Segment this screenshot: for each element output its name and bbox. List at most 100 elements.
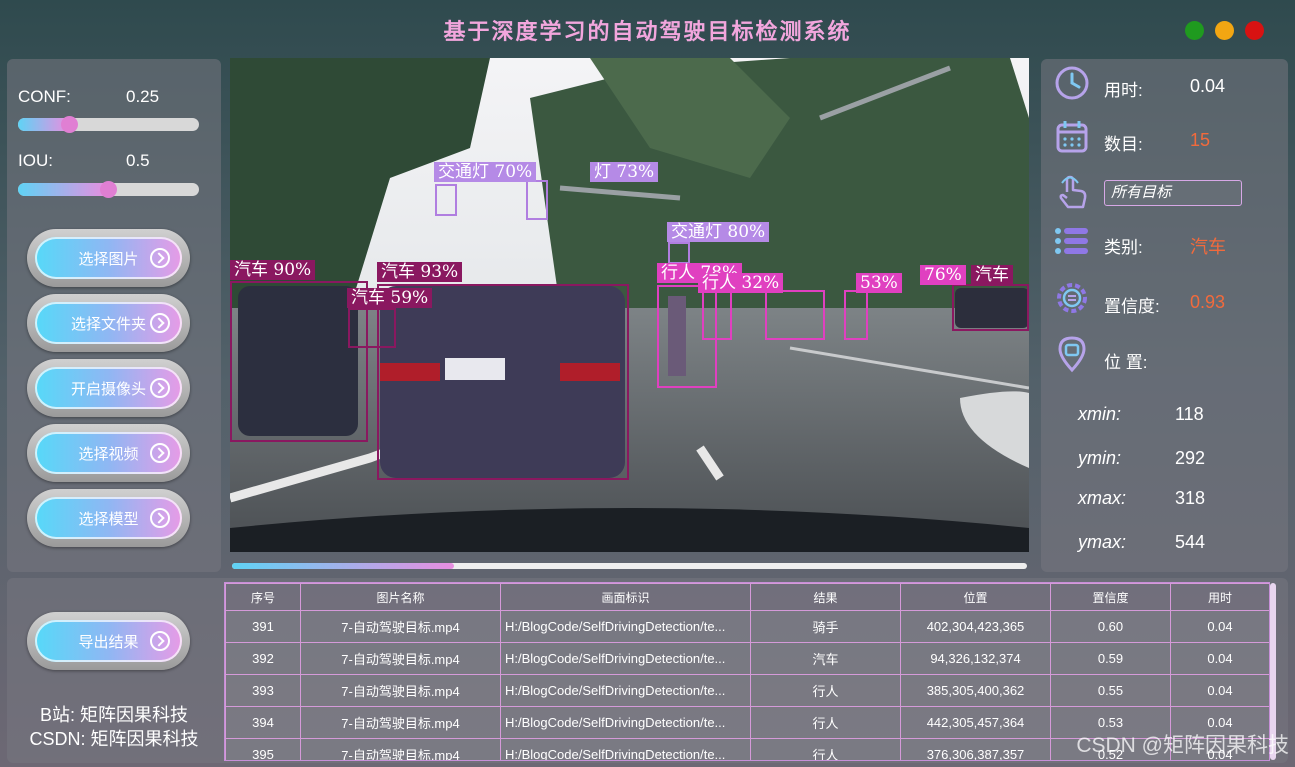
table-cell: 392 [225, 642, 301, 675]
open-camera-label: 开启摄像头 [70, 380, 146, 398]
table-cell: H:/BlogCode/SelfDrivingDetection/te... [500, 706, 751, 739]
table-cell: H:/BlogCode/SelfDrivingDetection/te... [500, 610, 751, 643]
xmin-label: xmin: [1078, 404, 1122, 424]
detection-label: 汽车 [971, 265, 1013, 285]
iou-label: IOU: [18, 151, 53, 170]
count-value: 15 [1190, 130, 1211, 150]
list-icon [1055, 228, 1088, 254]
ymax-value: 544 [1175, 532, 1206, 552]
detection-label: 行人 32% [698, 273, 784, 293]
video-progress-bar[interactable] [232, 563, 1027, 569]
table-cell: 402,304,423,365 [900, 610, 1051, 643]
conf-slider[interactable] [18, 116, 199, 133]
table-cell: 94,326,132,374 [900, 642, 1051, 675]
count-label: 数目: [1104, 135, 1143, 154]
iou-slider[interactable] [18, 181, 199, 198]
xmax-value: 318 [1175, 488, 1206, 508]
detection-box [765, 290, 825, 340]
select-model-button-frame: 选择模型 [27, 489, 190, 547]
table-header-row: 序号 图片名称 画面标识 结果 位置 置信度 用时 [225, 583, 1269, 611]
table-row[interactable]: 391 7-自动驾驶目标.mp4 H:/BlogCode/SelfDriving… [225, 610, 1269, 643]
detection-label: 53% [856, 273, 902, 293]
title-bar: 基于深度学习的自动驾驶目标检测系统 [0, 0, 1295, 58]
ymin-value: 292 [1175, 448, 1206, 468]
select-image-button-frame: 选择图片 [27, 229, 190, 287]
table-cell: H:/BlogCode/SelfDrivingDetection/te... [500, 642, 751, 675]
table-cell: 汽车 [750, 642, 901, 675]
chevron-right-icon [150, 313, 170, 333]
chevron-right-icon [150, 631, 170, 651]
minimize-button[interactable] [1215, 21, 1234, 40]
chevron-right-icon [150, 508, 170, 528]
detection-box [668, 242, 690, 264]
table-cell: 7-自动驾驶目标.mp4 [300, 642, 501, 675]
chevron-right-icon [150, 443, 170, 463]
detection-box [702, 290, 732, 340]
category-label: 类别: [1104, 238, 1143, 257]
detection-box [348, 308, 396, 348]
select-folder-button[interactable]: 选择文件夹 [35, 302, 182, 344]
table-cell: 394 [225, 706, 301, 739]
table-cell: 393 [225, 674, 301, 707]
chevron-right-icon [150, 378, 170, 398]
detection-box [377, 284, 629, 480]
bilibili-credit: B站: 矩阵因果科技 [39, 705, 188, 725]
column-header: 置信度 [1050, 583, 1171, 611]
ymax-label: ymax: [1078, 532, 1127, 552]
conf-label: CONF: [18, 87, 71, 106]
export-results-button[interactable]: 导出结果 [35, 620, 182, 662]
table-cell: 7-自动驾驶目标.mp4 [300, 738, 501, 760]
detection-box [526, 180, 548, 220]
export-button-frame: 导出结果 [27, 612, 190, 670]
select-model-button[interactable]: 选择模型 [35, 497, 182, 539]
table-cell: 395 [225, 738, 301, 760]
clock-icon [1055, 66, 1089, 100]
csdn-credit: CSDN: 矩阵因果科技 [29, 729, 199, 749]
table-cell: 0.04 [1170, 674, 1269, 707]
watermark: CSDN @矩阵因果科技 [1076, 734, 1289, 757]
select-folder-label: 选择文件夹 [70, 315, 146, 333]
table-cell: 0.55 [1050, 674, 1171, 707]
conf-slider-handle[interactable] [61, 116, 78, 133]
table-row[interactable]: 392 7-自动驾驶目标.mp4 H:/BlogCode/SelfDriving… [225, 642, 1269, 675]
select-video-button[interactable]: 选择视频 [35, 432, 182, 474]
table-cell: 7-自动驾驶目标.mp4 [300, 706, 501, 739]
detection-label: 汽车 59% [347, 288, 433, 308]
detection-label: 汽车 90% [230, 260, 316, 280]
table-cell: 391 [225, 610, 301, 643]
table-cell: 行人 [750, 738, 901, 760]
table-cell: 385,305,400,362 [900, 674, 1051, 707]
video-progress-fill [232, 563, 454, 569]
iou-slider-fill [18, 183, 108, 196]
open-camera-button[interactable]: 开启摄像头 [35, 367, 182, 409]
column-header: 画面标识 [500, 583, 751, 611]
iou-slider-handle[interactable] [100, 181, 117, 198]
select-video-button-frame: 选择视频 [27, 424, 190, 482]
detection-box [435, 184, 457, 216]
table-row[interactable]: 393 7-自动驾驶目标.mp4 H:/BlogCode/SelfDriving… [225, 674, 1269, 707]
close-button[interactable] [1245, 21, 1264, 40]
conf-value: 0.25 [126, 87, 160, 106]
target-select-dropdown[interactable]: 所有目标 [1104, 180, 1242, 206]
location-pin-icon [1058, 336, 1086, 373]
column-header: 序号 [225, 583, 301, 611]
table-cell: 376,306,387,357 [900, 738, 1051, 760]
detection-label: 汽车 93% [377, 262, 463, 282]
xmin-value: 118 [1175, 404, 1204, 424]
detection-box [952, 284, 1029, 331]
column-header: 用时 [1170, 583, 1269, 611]
app-title: 基于深度学习的自动驾驶目标检测系统 [443, 19, 852, 45]
detection-label: 交通灯 80% [667, 222, 770, 242]
position-label: 位 置: [1104, 353, 1148, 372]
video-display: 交通灯 70% 灯 73% 交通灯 80% 汽车 90% 汽车 93% 汽车 5… [230, 58, 1029, 552]
detection-label: 交通灯 70% [434, 162, 537, 182]
confidence-value: 0.93 [1190, 292, 1226, 312]
maximize-button[interactable] [1185, 21, 1204, 40]
table-cell: 7-自动驾驶目标.mp4 [300, 674, 501, 707]
table-cell: 行人 [750, 706, 901, 739]
table-cell: 442,305,457,364 [900, 706, 1051, 739]
time-label: 用时: [1104, 81, 1143, 100]
detection-box [844, 290, 868, 340]
select-image-button[interactable]: 选择图片 [35, 237, 182, 279]
time-value: 0.04 [1190, 76, 1226, 96]
